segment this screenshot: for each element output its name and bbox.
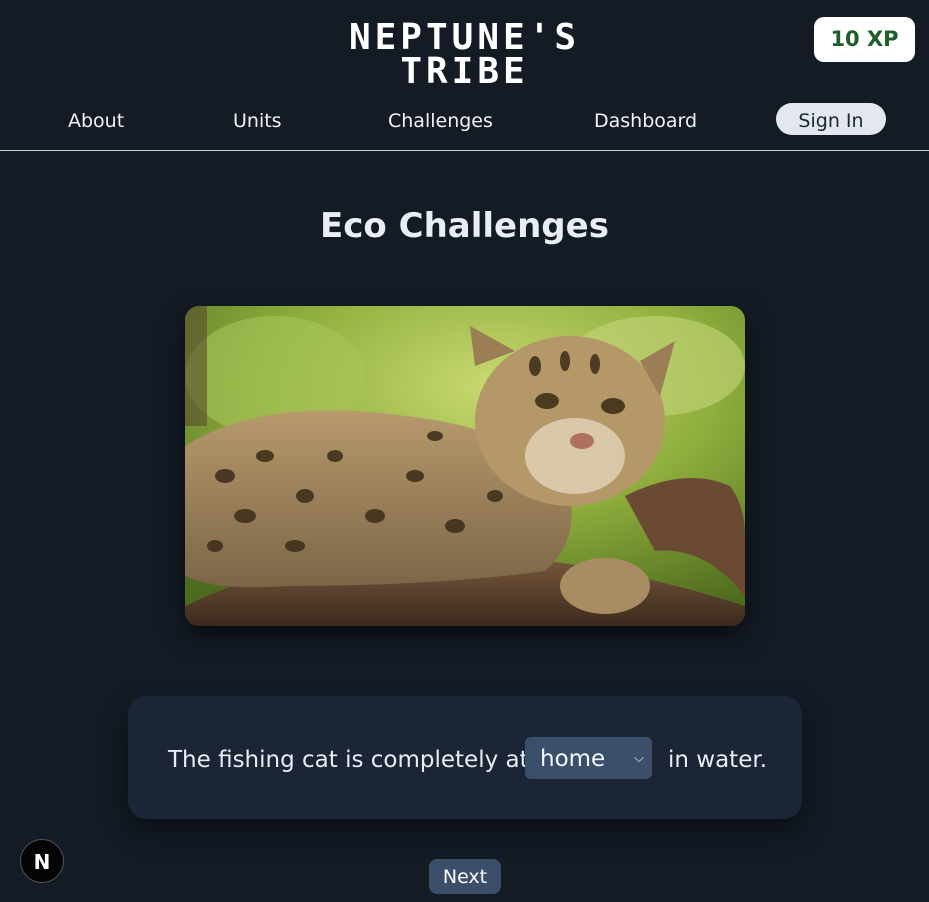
site-header: NEPTUNE'S TRIBE 10 XP About Units Challe… <box>0 0 929 151</box>
question-suffix: in water. <box>668 747 768 773</box>
question-prefix: The fishing cat is completely at <box>168 747 529 773</box>
nav-dashboard[interactable]: Dashboard <box>594 108 697 134</box>
sign-in-button[interactable]: Sign In <box>776 103 886 135</box>
logo-line2: TRIBE <box>400 51 529 92</box>
nav-units[interactable]: Units <box>233 108 282 134</box>
nav-challenges[interactable]: Challenges <box>388 108 493 134</box>
nextjs-icon[interactable]: N <box>20 839 64 883</box>
nav-about[interactable]: About <box>68 108 124 134</box>
next-button[interactable]: Next <box>429 859 501 894</box>
chevron-down-icon: ⌵ <box>634 751 644 766</box>
page-title: Eco Challenges <box>320 206 609 246</box>
answer-select-value: home <box>540 746 606 772</box>
answer-select[interactable]: home ⌵ <box>525 737 652 779</box>
xp-badge: 10 XP <box>814 17 915 62</box>
fishing-cat-image <box>185 306 745 626</box>
